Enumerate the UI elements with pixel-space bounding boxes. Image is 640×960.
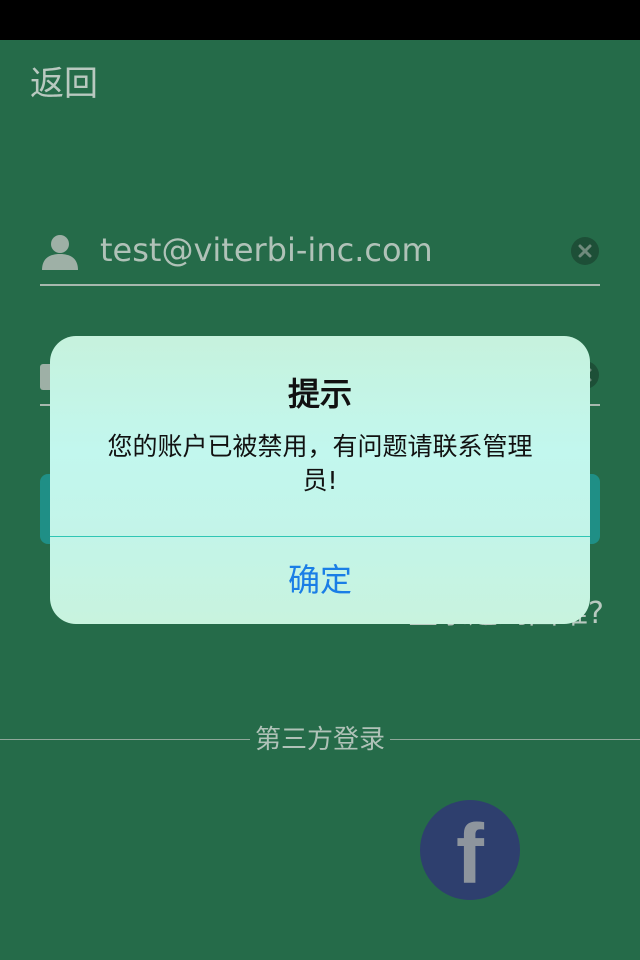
email-field-row[interactable]: test@viterbi-inc.com — [40, 226, 600, 286]
back-button[interactable]: 返回 — [30, 64, 98, 104]
user-icon — [42, 235, 78, 270]
divider-line-left — [0, 739, 250, 740]
divider-line-right — [390, 739, 640, 740]
facebook-login-button[interactable]: f — [420, 800, 520, 901]
third-party-login-divider: 第三方登录 — [0, 720, 640, 760]
login-screen: 返回 test@viterbi-inc.com 登录遇到困难? 第三方登录 f … — [0, 0, 640, 960]
alert-message: 您的账户已被禁用，有问题请联系管理员! — [107, 432, 533, 495]
alert-title: 提示 — [287, 375, 352, 413]
confirm-button[interactable]: 确定 — [50, 537, 590, 624]
clear-email-icon[interactable] — [570, 236, 600, 266]
status-bar — [0, 0, 640, 40]
third-party-login-label: 第三方登录 — [254, 725, 385, 755]
facebook-icon: f — [456, 807, 484, 901]
email-field[interactable]: test@viterbi-inc.com — [100, 230, 433, 270]
alert-dialog: 提示 您的账户已被禁用，有问题请联系管理员! 确定 — [50, 336, 590, 624]
